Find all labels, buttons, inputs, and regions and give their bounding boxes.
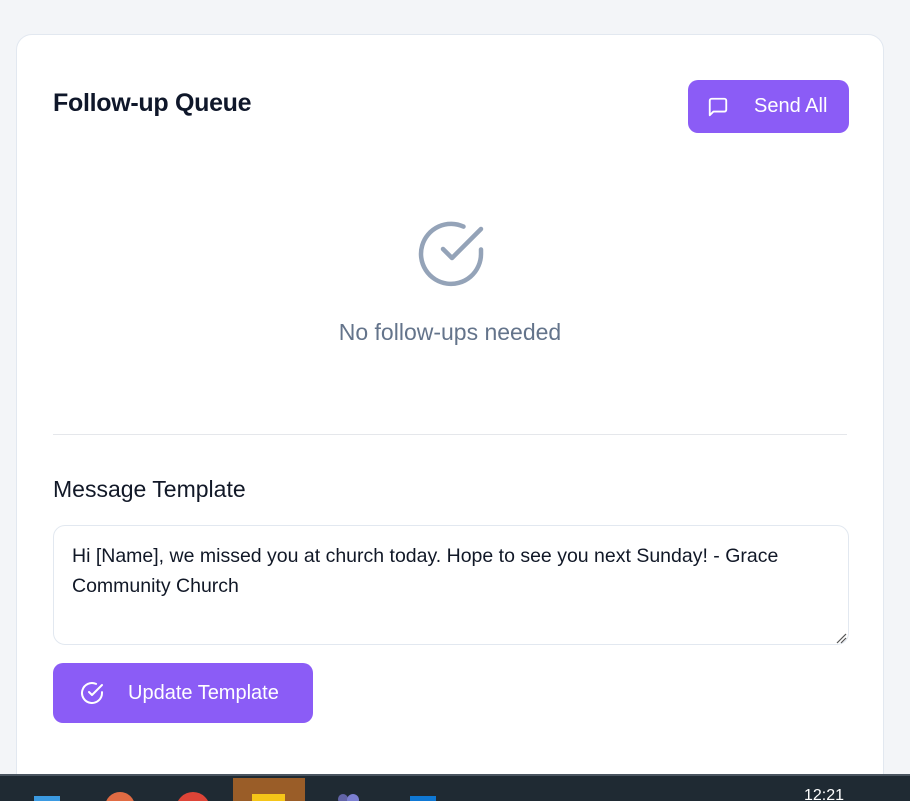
taskbar: 12:21 (0, 774, 910, 801)
message-icon (707, 96, 729, 118)
powerpoint-icon[interactable] (105, 792, 135, 801)
outlook-icon[interactable] (410, 792, 436, 801)
update-template-label: Update Template (128, 681, 279, 704)
teams-icon[interactable] (336, 792, 362, 801)
start-icon[interactable] (34, 792, 60, 801)
send-all-button[interactable]: Send All (688, 80, 849, 133)
check-circle-icon (80, 681, 104, 705)
resize-handle-icon[interactable] (835, 631, 847, 644)
message-template-textarea[interactable]: Hi [Name], we missed you at church today… (53, 525, 849, 645)
chrome-icon[interactable] (176, 792, 210, 801)
send-all-label: Send All (754, 95, 828, 117)
follow-up-card: Follow-up Queue Send All No follow-ups n… (16, 34, 884, 794)
divider (53, 434, 847, 435)
update-template-button[interactable]: Update Template (53, 663, 313, 723)
file-explorer-icon[interactable] (233, 778, 305, 801)
page-title: Follow-up Queue (53, 89, 252, 117)
message-template-label: Message Template (53, 476, 246, 502)
check-circle-icon (417, 219, 487, 289)
empty-state-message: No follow-ups needed (338, 319, 562, 345)
taskbar-clock: 12:21 (804, 787, 845, 801)
